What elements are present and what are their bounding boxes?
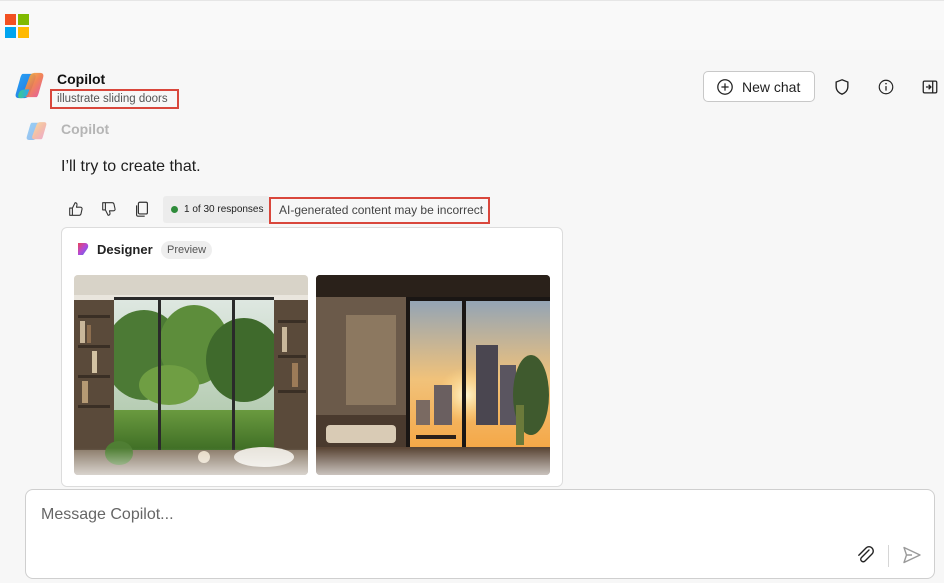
sidebar-toggle-icon bbox=[922, 80, 938, 94]
send-button[interactable] bbox=[901, 544, 923, 566]
attach-button[interactable] bbox=[854, 544, 876, 566]
new-chat-button[interactable]: New chat bbox=[703, 71, 815, 102]
info-button[interactable] bbox=[875, 76, 897, 98]
copilot-logo-icon bbox=[15, 72, 44, 99]
message-sender: Copilot bbox=[61, 121, 110, 137]
like-button[interactable] bbox=[67, 200, 87, 220]
microsoft-logo-icon bbox=[5, 14, 29, 38]
card-fade bbox=[62, 448, 562, 486]
preview-badge: Preview bbox=[161, 241, 213, 259]
info-icon bbox=[878, 79, 894, 95]
response-counter-text: 1 of 30 responses bbox=[184, 204, 264, 215]
plus-circle-icon bbox=[717, 78, 733, 95]
app-title: Copilot bbox=[57, 71, 106, 87]
generated-image-1[interactable] bbox=[74, 275, 308, 475]
copy-button[interactable] bbox=[133, 200, 153, 220]
ai-disclaimer: AI-generated content may be incorrect bbox=[269, 197, 490, 224]
designer-logo-icon bbox=[78, 243, 89, 255]
message-text: I’ll try to create that. bbox=[61, 158, 201, 175]
thumbs-up-icon bbox=[69, 202, 83, 216]
dislike-button[interactable] bbox=[100, 200, 120, 220]
privacy-button[interactable] bbox=[831, 76, 853, 98]
new-chat-label: New chat bbox=[742, 78, 801, 95]
top-bar bbox=[0, 0, 944, 50]
generated-image-2[interactable] bbox=[316, 275, 550, 475]
message-input[interactable] bbox=[41, 504, 861, 526]
thumbs-down-icon bbox=[102, 202, 116, 216]
designer-card: Designer Preview bbox=[61, 227, 563, 487]
designer-title: Designer bbox=[97, 242, 153, 257]
copilot-message-logo-icon bbox=[26, 122, 47, 140]
paperclip-icon bbox=[858, 546, 874, 563]
sidebar-toggle-button[interactable] bbox=[919, 76, 941, 98]
shield-icon bbox=[835, 79, 849, 95]
chat-subtitle: illustrate sliding doors bbox=[50, 89, 179, 109]
message-composer bbox=[25, 489, 935, 579]
send-icon bbox=[903, 546, 921, 564]
copy-icon bbox=[136, 201, 148, 217]
composer-divider bbox=[888, 545, 889, 567]
response-counter: 1 of 30 responses bbox=[163, 196, 270, 223]
status-dot bbox=[171, 206, 178, 213]
